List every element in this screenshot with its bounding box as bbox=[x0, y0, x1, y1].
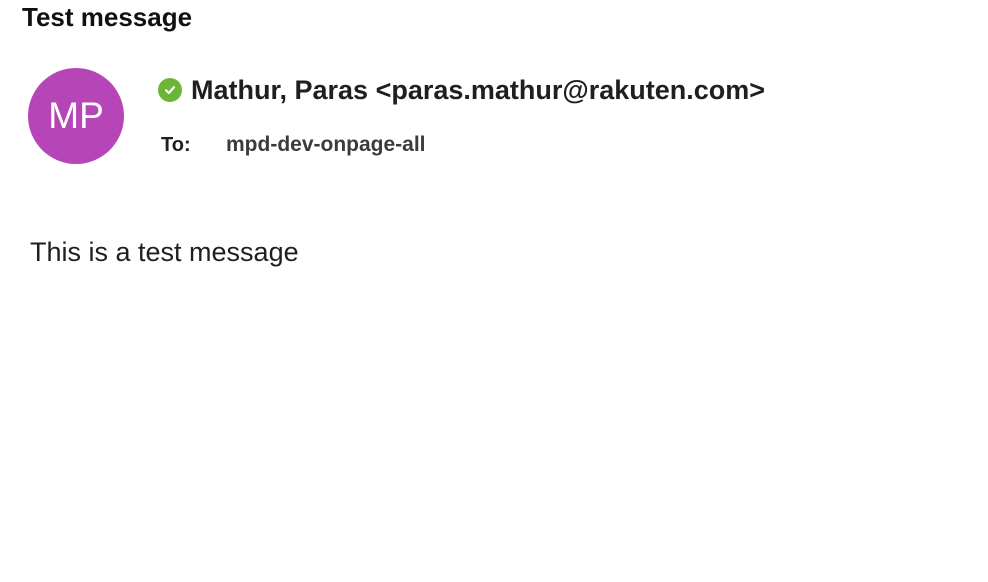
message-body: This is a test message bbox=[30, 237, 299, 267]
message-subject: Test message bbox=[22, 2, 193, 32]
presence-available-icon bbox=[158, 78, 182, 102]
sender-row: Mathur, Paras <paras.mathur@rakuten.com> bbox=[158, 73, 765, 107]
to-label: To: bbox=[161, 133, 191, 156]
recipients-row: To: mpd-dev-onpage-all bbox=[161, 131, 426, 159]
sender-avatar[interactable]: MP bbox=[28, 68, 124, 164]
sender-name[interactable]: Mathur, Paras <paras.mathur@rakuten.com> bbox=[191, 75, 765, 106]
avatar-initials: MP bbox=[48, 95, 104, 136]
to-recipient[interactable]: mpd-dev-onpage-all bbox=[226, 133, 426, 157]
